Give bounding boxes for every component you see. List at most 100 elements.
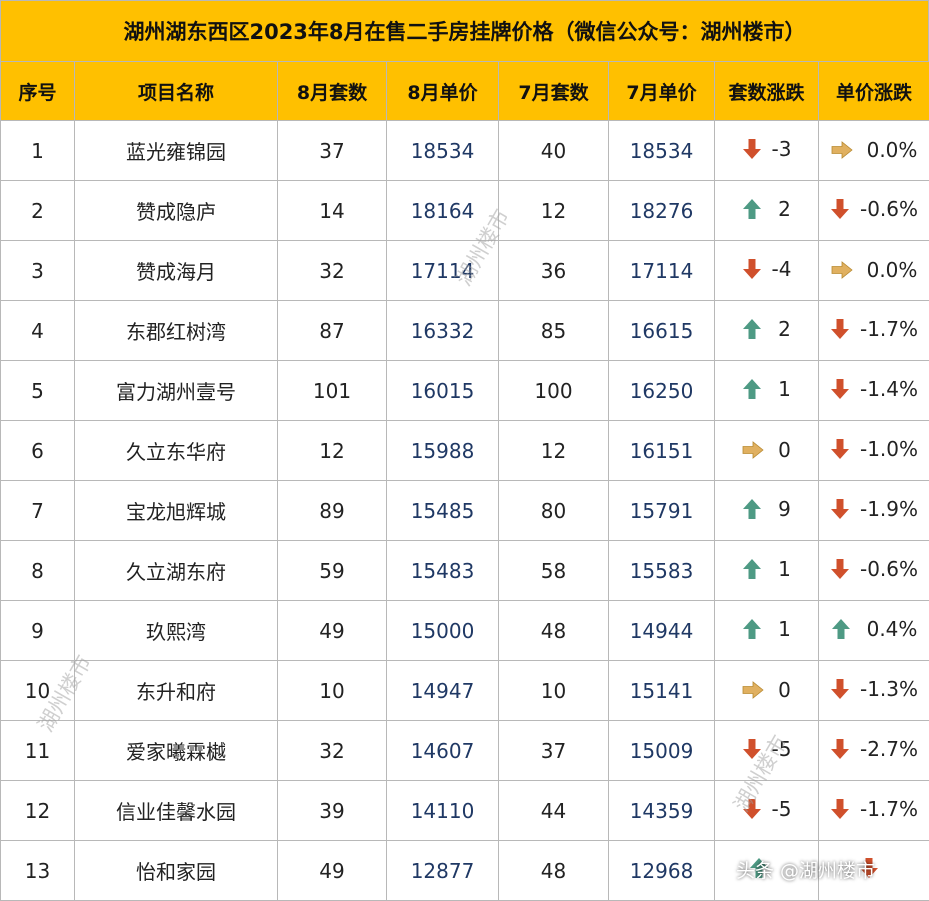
price-change-value: -1.4%	[859, 376, 919, 401]
cell-aug-count: 14	[277, 180, 387, 241]
cell-jul-count: 85	[498, 300, 609, 361]
count-change-value: 1	[778, 556, 791, 581]
cell-aug-price: 15000	[386, 600, 499, 661]
cell-name: 玖熙湾	[74, 600, 278, 661]
cell-aug-count: 12	[277, 420, 387, 481]
arrow-down-icon	[742, 738, 761, 759]
table-row: 13 怡和家园 49 12877 48 12968	[0, 840, 929, 901]
price-change-value: -1.7%	[859, 796, 919, 821]
count-change-value: 1	[778, 616, 791, 641]
arrow-down-icon	[830, 798, 849, 819]
cell-aug-price: 16015	[386, 360, 499, 421]
cell-price-change	[818, 840, 929, 901]
price-change-value: 0.0%	[866, 137, 918, 162]
col-header-name: 项目名称	[74, 61, 278, 121]
arrow-down-icon	[860, 858, 878, 878]
arrow-down-icon	[830, 378, 849, 399]
cell-count-change: -4	[714, 240, 819, 301]
cell-aug-price: 18534	[386, 120, 499, 181]
table-row: 9 玖熙湾 49 15000 48 14944 1 0.4%	[0, 600, 929, 661]
cell-jul-count: 48	[498, 600, 609, 661]
cell-jul-count: 37	[498, 720, 609, 781]
arrow-up-icon	[743, 558, 762, 579]
cell-no: 2	[0, 180, 75, 241]
count-change-value: -4	[771, 256, 792, 281]
cell-aug-count: 59	[277, 540, 387, 601]
col-header-jul-count: 7月套数	[498, 61, 609, 121]
cell-count-change	[714, 840, 819, 901]
cell-jul-price: 15009	[608, 720, 715, 781]
cell-aug-price: 15485	[386, 480, 499, 541]
cell-price-change: -2.7%	[818, 720, 929, 781]
count-change-value: 1	[778, 376, 791, 401]
count-change-value: -5	[771, 736, 792, 761]
cell-price-change: -1.3%	[818, 660, 929, 721]
cell-aug-price: 14110	[386, 780, 499, 841]
table-row: 12 信业佳馨水园 39 14110 44 14359 -5 -1.7%	[0, 780, 929, 841]
cell-name: 爱家曦霖樾	[74, 720, 278, 781]
cell-jul-price: 15583	[608, 540, 715, 601]
arrow-right-icon	[742, 440, 764, 459]
cell-jul-count: 36	[498, 240, 609, 301]
table-row: 3 赞成海月 32 17114 36 17114 -4 0.0%	[0, 240, 929, 301]
cell-aug-count: 101	[277, 360, 387, 421]
cell-jul-price: 14359	[608, 780, 715, 841]
cell-jul-price: 15141	[608, 660, 715, 721]
cell-name: 蓝光雍锦园	[74, 120, 278, 181]
cell-price-change: 0.0%	[818, 120, 929, 181]
col-header-aug-price: 8月单价	[386, 61, 499, 121]
cell-name: 久立东华府	[74, 420, 278, 481]
cell-no: 8	[0, 540, 75, 601]
cell-aug-price: 15483	[386, 540, 499, 601]
cell-count-change: 1	[714, 600, 819, 661]
cell-aug-count: 49	[277, 600, 387, 661]
cell-count-change: 2	[714, 300, 819, 361]
cell-aug-count: 87	[277, 300, 387, 361]
cell-price-change: 0.4%	[818, 600, 929, 661]
cell-price-change: -0.6%	[818, 540, 929, 601]
cell-no: 6	[0, 420, 75, 481]
cell-price-change: 0.0%	[818, 240, 929, 301]
cell-name: 信业佳馨水园	[74, 780, 278, 841]
cell-jul-price: 16151	[608, 420, 715, 481]
price-change-value: -0.6%	[859, 556, 919, 581]
arrow-down-icon	[830, 738, 849, 759]
count-change-value: -5	[771, 796, 792, 821]
cell-aug-price: 17114	[386, 240, 499, 301]
cell-aug-count: 32	[277, 240, 387, 301]
cell-aug-count: 49	[277, 840, 387, 901]
cell-name: 怡和家园	[74, 840, 278, 901]
table-row: 4 东郡红树湾 87 16332 85 16615 2 -1.7%	[0, 300, 929, 361]
price-change-value: -0.6%	[859, 196, 919, 221]
cell-aug-count: 37	[277, 120, 387, 181]
cell-price-change: -1.0%	[818, 420, 929, 481]
cell-jul-price: 12968	[608, 840, 715, 901]
cell-count-change: -5	[714, 720, 819, 781]
table-row: 5 富力湖州壹号 101 16015 100 16250 1 -1.4%	[0, 360, 929, 421]
arrow-right-icon	[742, 680, 764, 699]
cell-jul-price: 15791	[608, 480, 715, 541]
cell-jul-count: 40	[498, 120, 609, 181]
arrow-up-icon	[743, 318, 762, 339]
cell-jul-price: 16250	[608, 360, 715, 421]
arrow-up-icon	[743, 498, 762, 519]
cell-jul-price: 18534	[608, 120, 715, 181]
cell-jul-count: 12	[498, 420, 609, 481]
col-header-price-change: 单价涨跌	[818, 61, 929, 121]
cell-name: 宝龙旭辉城	[74, 480, 278, 541]
cell-no: 11	[0, 720, 75, 781]
cell-jul-count: 58	[498, 540, 609, 601]
table-row: 1 蓝光雍锦园 37 18534 40 18534 -3 0.0%	[0, 120, 929, 181]
price-change-value: 0.0%	[866, 257, 918, 282]
cell-jul-count: 100	[498, 360, 609, 421]
cell-price-change: -1.4%	[818, 360, 929, 421]
cell-count-change: 2	[714, 180, 819, 241]
cell-jul-count: 48	[498, 840, 609, 901]
cell-jul-count: 10	[498, 660, 609, 721]
col-header-jul-price: 7月单价	[608, 61, 715, 121]
count-change-value: 0	[778, 677, 791, 702]
cell-no: 13	[0, 840, 75, 901]
cell-count-change: 0	[714, 660, 819, 721]
cell-aug-price: 12877	[386, 840, 499, 901]
arrow-down-icon	[830, 498, 849, 519]
